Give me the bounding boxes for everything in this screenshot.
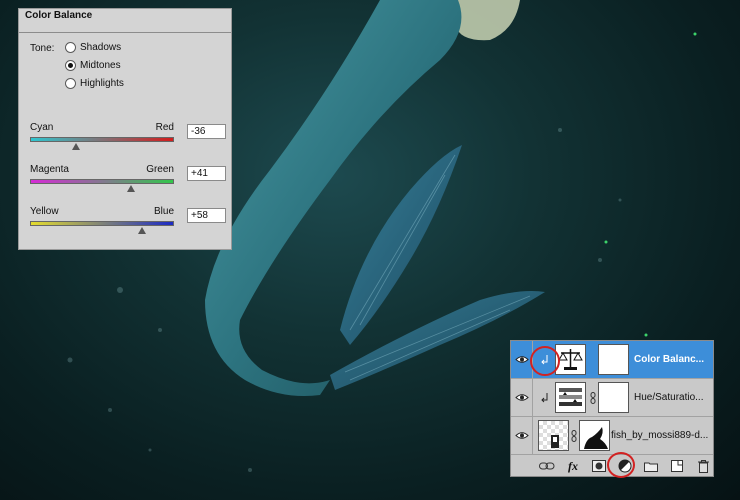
tone-option-highlights[interactable]: Highlights bbox=[65, 76, 124, 90]
highlights-radio[interactable] bbox=[65, 77, 76, 89]
slider-left-label: Yellow bbox=[30, 206, 59, 217]
slider-right-label: Red bbox=[155, 122, 174, 133]
shadows-label: Shadows bbox=[80, 41, 122, 53]
slider-right-label: Blue bbox=[153, 206, 174, 217]
hue-saturation-icon bbox=[555, 382, 586, 413]
chain-link-icon[interactable] bbox=[590, 392, 596, 404]
layer-name: Hue/Saturatio... bbox=[634, 392, 704, 403]
fx-icon[interactable]: fx bbox=[563, 458, 583, 474]
eye-icon[interactable] bbox=[511, 417, 533, 454]
tone-option-shadows[interactable]: Shadows bbox=[65, 40, 121, 54]
clipping-arrow-icon bbox=[541, 393, 548, 403]
trash-icon[interactable] bbox=[693, 458, 713, 474]
color-balance-panel: Color Balance Tone: Shadows Midtones Hig… bbox=[18, 8, 232, 250]
slider-left-label: Cyan bbox=[30, 122, 54, 133]
slider-track[interactable] bbox=[30, 179, 174, 184]
layer-row-fish[interactable]: fish_by_mossi889-d... bbox=[511, 417, 713, 455]
slider-value-field[interactable]: +58 bbox=[187, 208, 226, 223]
layer-name: fish_by_mossi889-d... bbox=[611, 430, 709, 441]
slider-track[interactable] bbox=[30, 221, 174, 226]
title-divider bbox=[19, 32, 231, 33]
shadows-radio[interactable] bbox=[65, 41, 76, 53]
highlight-circle-clipping bbox=[530, 346, 560, 376]
layer-mask-thumbnail[interactable] bbox=[598, 344, 629, 375]
add-mask-icon[interactable] bbox=[589, 458, 609, 474]
slider-value-field[interactable]: +41 bbox=[187, 166, 226, 181]
layer-row-hue-saturation[interactable]: Hue/Saturatio... bbox=[511, 379, 713, 417]
fx-label: fx bbox=[568, 458, 578, 473]
midtones-label: Midtones bbox=[80, 59, 121, 71]
slider-right-label: Green bbox=[146, 164, 174, 175]
layer-mask-thumbnail[interactable] bbox=[598, 382, 629, 413]
chain-link-icon[interactable] bbox=[571, 430, 577, 442]
midtones-radio[interactable] bbox=[65, 59, 76, 71]
slider-thumb[interactable] bbox=[126, 185, 135, 192]
tone-option-midtones[interactable]: Midtones bbox=[65, 58, 121, 72]
link-layers-icon[interactable] bbox=[537, 458, 557, 474]
slider-thumb[interactable] bbox=[72, 143, 81, 150]
new-group-icon[interactable] bbox=[641, 458, 661, 474]
layer-mask-thumbnail[interactable] bbox=[579, 420, 610, 451]
new-layer-icon[interactable] bbox=[667, 458, 687, 474]
layer-name: Color Balanc... bbox=[634, 354, 705, 365]
eye-icon[interactable] bbox=[511, 379, 533, 416]
slider-track[interactable] bbox=[30, 137, 174, 142]
panel-title: Color Balance bbox=[25, 10, 93, 21]
image-thumbnail-icon bbox=[538, 420, 569, 451]
highlights-label: Highlights bbox=[80, 77, 124, 89]
slider-thumb[interactable] bbox=[138, 227, 147, 234]
layers-panel: Color Balanc... Hue/Saturatio... fish_by… bbox=[510, 340, 714, 478]
highlight-circle-adjustment bbox=[607, 452, 635, 478]
slider-left-label: Magenta bbox=[30, 164, 69, 175]
tone-label: Tone: bbox=[30, 43, 55, 54]
slider-value-field[interactable]: -36 bbox=[187, 124, 226, 139]
